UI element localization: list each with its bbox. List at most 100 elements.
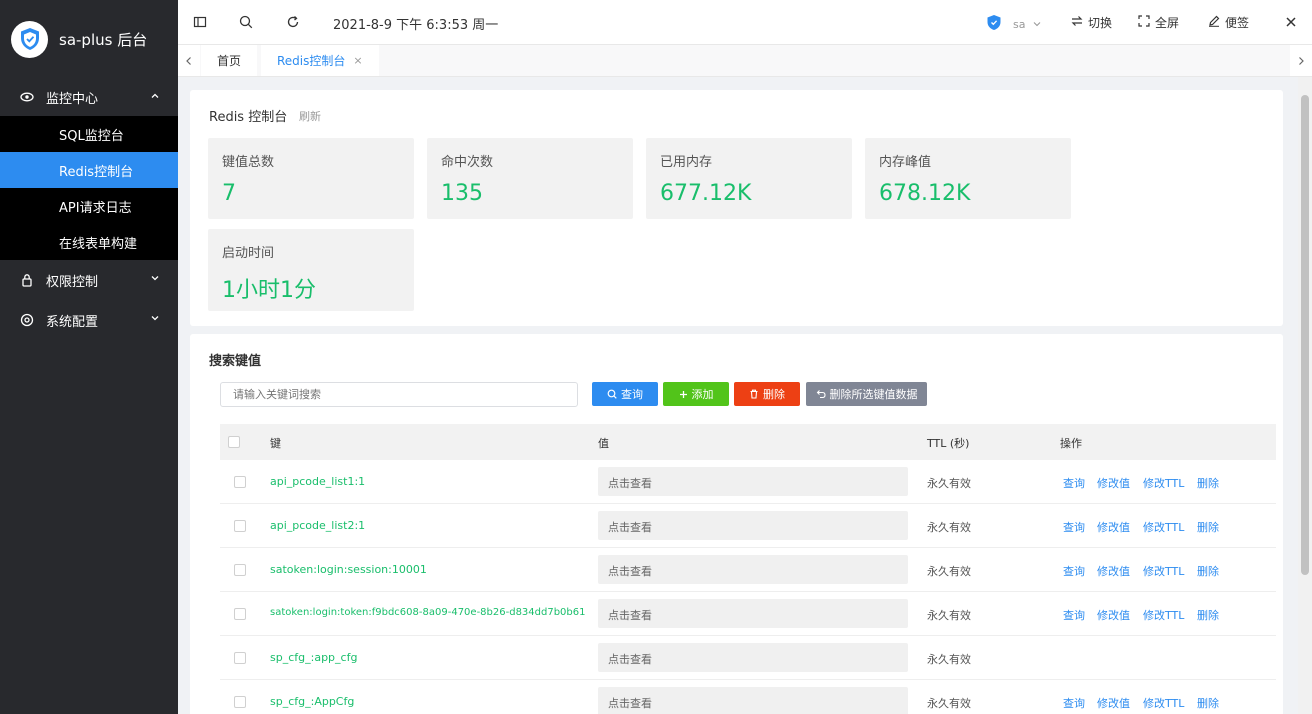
fullscreen-label: 全屏 [1155, 16, 1180, 30]
sidebar-item-redis-console[interactable]: Redis控制台 [0, 152, 178, 188]
value-cell[interactable]: 点击查看 [598, 511, 908, 540]
section-title: 搜索键值 [209, 354, 262, 369]
refresh-icon[interactable] [285, 14, 301, 30]
tab-home[interactable]: 首页 [201, 45, 258, 76]
edit-ttl-link[interactable]: 修改TTL [1143, 475, 1184, 491]
delete-link[interactable]: 删除 [1197, 475, 1219, 491]
ttl-cell: 永久有效 [927, 697, 971, 710]
add-button[interactable]: 添加 [663, 382, 729, 406]
menu-group-permission[interactable]: 权限控制 [0, 260, 178, 300]
row-checkbox[interactable] [234, 696, 246, 708]
menu-group-label: 权限控制 [46, 274, 99, 290]
value-cell[interactable]: 点击查看 [598, 599, 908, 628]
edit-value-link[interactable]: 修改值 [1097, 475, 1130, 491]
delete-link[interactable]: 删除 [1197, 607, 1219, 623]
chevron-down-icon [1033, 17, 1046, 31]
stat-value: 7 [222, 181, 236, 206]
search-input[interactable] [220, 382, 578, 407]
chevron-left-icon [186, 56, 191, 65]
tab-scroll-left[interactable] [178, 45, 200, 76]
edit-value-link[interactable]: 修改值 [1097, 563, 1130, 579]
page-scrollbar[interactable] [1298, 77, 1312, 714]
fullscreen-button[interactable]: 全屏 [1138, 14, 1179, 31]
stat-label: 键值总数 [222, 155, 275, 170]
tab-redis-console[interactable]: Redis控制台 × [261, 45, 379, 76]
edit-value-link[interactable]: 修改值 [1097, 519, 1130, 535]
delete-link[interactable]: 删除 [1197, 695, 1219, 711]
logo[interactable]: sa-plus 后台 [0, 0, 178, 78]
user-name: sa [1013, 17, 1026, 31]
value-cell[interactable]: 点击查看 [598, 687, 908, 714]
key-link[interactable]: sp_cfg_:app_cfg [270, 651, 357, 664]
query-link[interactable]: 查询 [1063, 475, 1085, 491]
plus-icon [679, 390, 687, 398]
settings-icon [20, 313, 34, 327]
query-link[interactable]: 查询 [1063, 695, 1085, 711]
edit-ttl-link[interactable]: 修改TTL [1143, 563, 1184, 579]
value-cell[interactable]: 点击查看 [598, 555, 908, 584]
key-link[interactable]: api_pcode_list2:1 [270, 519, 365, 532]
edit-value-link[interactable]: 修改值 [1097, 607, 1130, 623]
column-header-ttl: TTL (秒) [927, 437, 970, 450]
delete-button[interactable]: 删除 [734, 382, 800, 406]
refresh-link[interactable]: 刷新 [299, 108, 321, 124]
edit-ttl-link[interactable]: 修改TTL [1143, 607, 1184, 623]
shield-avatar-icon [986, 14, 1007, 34]
stat-value: 1小时1分 [222, 278, 316, 303]
key-link[interactable]: api_pcode_list1:1 [270, 475, 365, 488]
select-all-checkbox[interactable] [228, 436, 240, 448]
switch-button[interactable]: 切换 [1071, 14, 1112, 31]
row-checkbox[interactable] [234, 476, 246, 488]
delete-link[interactable]: 删除 [1197, 563, 1219, 579]
stat-peak-memory: 内存峰值 678.12K [865, 138, 1071, 219]
main-content: Redis 控制台 刷新 键值总数 7 命中次数 135 已用内存 677.12… [178, 77, 1298, 714]
sidebar-item-form-builder[interactable]: 在线表单构建 [0, 224, 178, 260]
sidebar-item-api-log[interactable]: API请求日志 [0, 188, 178, 224]
query-link[interactable]: 查询 [1063, 519, 1085, 535]
edit-value-link[interactable]: 修改值 [1097, 695, 1130, 711]
query-link[interactable]: 查询 [1063, 563, 1085, 579]
shield-logo-icon [11, 20, 48, 58]
value-cell[interactable]: 点击查看 [598, 643, 908, 672]
query-link[interactable]: 查询 [1063, 607, 1085, 623]
edit-ttl-link[interactable]: 修改TTL [1143, 695, 1184, 711]
top-bar: 2021-8-9 下午 6:3:53 周一 sa 切换 全屏 便签 [178, 0, 1312, 44]
button-label: 删除所选键值数据 [829, 388, 918, 401]
trash-icon [750, 389, 758, 399]
note-button[interactable]: 便签 [1208, 14, 1249, 31]
table-row: satoken:login:token:f9bdc608-8a09-470e-8… [220, 592, 1276, 636]
edit-ttl-link[interactable]: 修改TTL [1143, 519, 1184, 535]
table-header: 键 值 TTL (秒) 操作 [220, 424, 1276, 460]
tab-close-icon[interactable]: × [353, 54, 362, 67]
button-label: 查询 [621, 388, 643, 401]
query-button[interactable]: 查询 [592, 382, 658, 406]
switch-icon [1071, 15, 1088, 30]
key-link[interactable]: satoken:login:token:f9bdc608-8a09-470e-8… [270, 607, 586, 618]
menu-fold-icon[interactable] [192, 14, 208, 30]
row-checkbox[interactable] [234, 608, 246, 620]
column-header-key: 键 [270, 437, 281, 450]
scrollbar-thumb[interactable] [1301, 95, 1309, 575]
delete-link[interactable]: 删除 [1197, 519, 1219, 535]
search-icon[interactable] [238, 14, 254, 30]
tab-label: Redis控制台 [277, 54, 346, 68]
row-checkbox[interactable] [234, 564, 246, 576]
menu-group-monitor[interactable]: 监控中心 [0, 78, 178, 116]
eye-icon [20, 90, 34, 104]
stat-used-memory: 已用内存 677.12K [646, 138, 852, 219]
row-checkbox[interactable] [234, 520, 246, 532]
row-checkbox[interactable] [234, 652, 246, 664]
tab-label: 首页 [217, 54, 242, 68]
ttl-cell: 永久有效 [927, 477, 971, 490]
undo-icon [816, 390, 826, 399]
tab-scroll-right[interactable] [1290, 45, 1312, 76]
key-link[interactable]: sp_cfg_:AppCfg [270, 695, 354, 708]
user-menu[interactable]: sa [986, 14, 1046, 34]
close-icon[interactable] [1283, 14, 1299, 30]
batch-delete-button[interactable]: 删除所选键值数据 [806, 382, 927, 406]
search-card: 搜索键值 查询 添加 删除 删除所选键值数据 键 值 TTL (秒) 操作 [190, 334, 1283, 714]
value-cell[interactable]: 点击查看 [598, 467, 908, 496]
key-link[interactable]: satoken:login:session:10001 [270, 563, 427, 576]
sidebar-item-sql-monitor[interactable]: SQL监控台 [0, 116, 178, 152]
menu-group-system[interactable]: 系统配置 [0, 300, 178, 340]
